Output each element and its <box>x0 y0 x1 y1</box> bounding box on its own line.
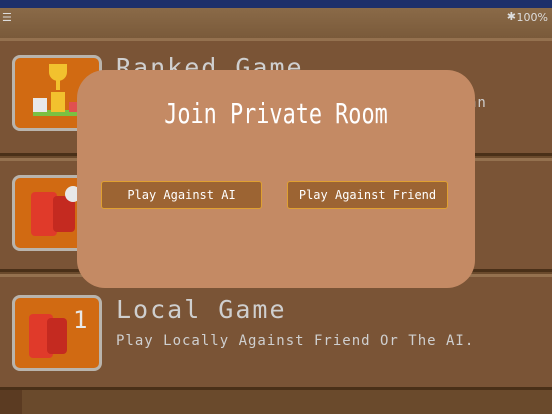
play-against-ai-button[interactable]: Play Against AI <box>101 181 262 209</box>
top-wood-strip <box>0 8 552 38</box>
player-count-badge: 1 <box>73 306 88 334</box>
play-against-friend-button[interactable]: Play Against Friend <box>287 181 448 209</box>
wifi-icon: ☰ <box>2 11 12 24</box>
join-private-room-dialog: Join Private Room Play Against AI Play A… <box>77 70 475 288</box>
card-subtitle: Play Locally Against Friend Or The AI. <box>116 333 475 349</box>
bottom-wood <box>0 390 22 414</box>
local-game-card[interactable]: 1 Local Game Play Locally Against Friend… <box>0 274 552 390</box>
status-bar <box>0 0 552 8</box>
battery-text: 100% <box>516 11 548 24</box>
dialog-title: Join Private Room <box>164 97 388 130</box>
card-title: Local Game <box>116 295 287 324</box>
local-phone-icon: 1 <box>12 295 102 371</box>
bluetooth-icon: ✱ <box>506 10 516 23</box>
